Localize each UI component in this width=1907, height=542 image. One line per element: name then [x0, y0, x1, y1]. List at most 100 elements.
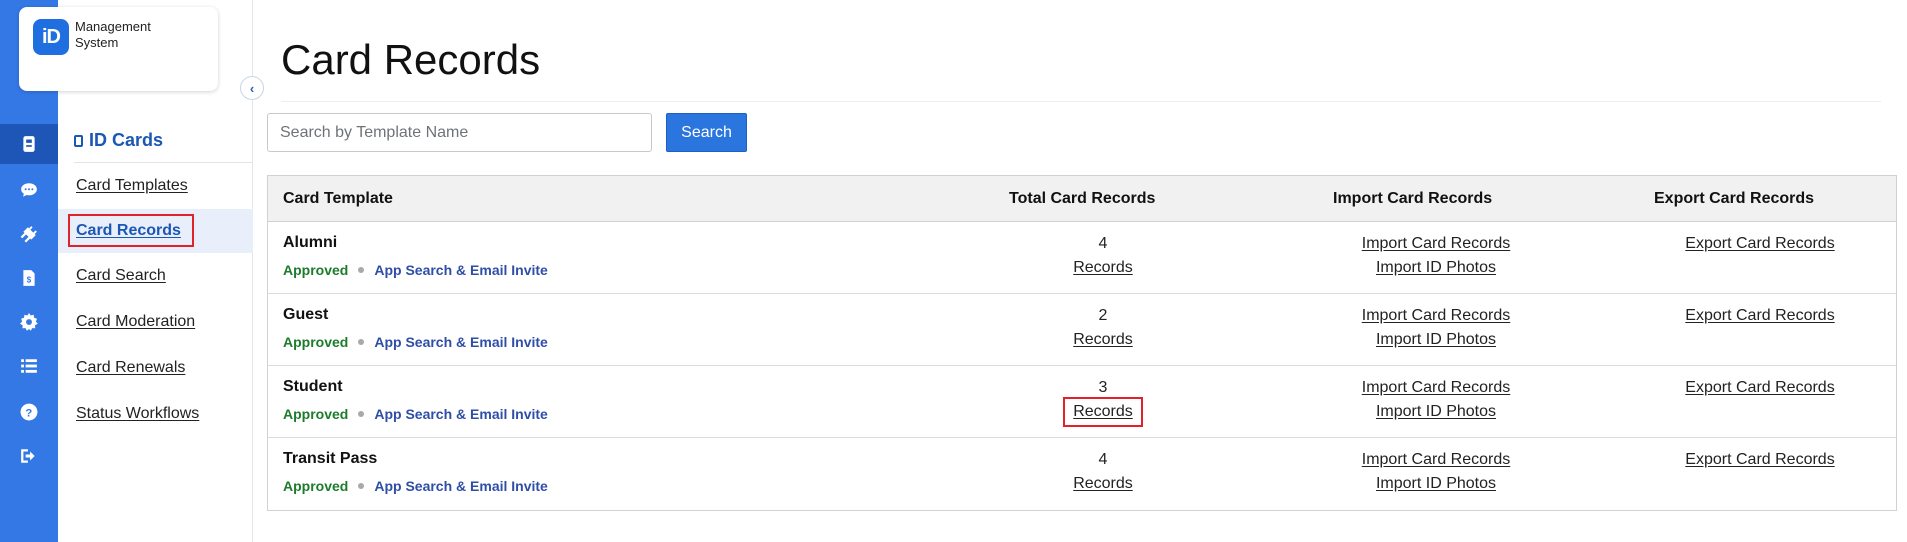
import-card-records-link[interactable]: Import Card Records — [1362, 376, 1511, 400]
header-import-card-records: Import Card Records — [1333, 190, 1493, 207]
total-records-cell: 2 Records — [1043, 304, 1163, 352]
separator-dot — [358, 483, 365, 489]
sidebar-item-card-renewals[interactable]: Card Renewals — [58, 346, 253, 390]
records-link-highlight: Records — [1063, 397, 1143, 427]
export-cell: Export Card Records — [1660, 304, 1860, 328]
billing-icon: $ — [23, 270, 35, 286]
import-id-photos-link[interactable]: Import ID Photos — [1376, 256, 1496, 280]
records-link[interactable]: Records — [1073, 256, 1133, 280]
table-header: Card Template Total Card Records Import … — [268, 176, 1896, 222]
gear-icon — [20, 313, 38, 331]
template-name: Transit Pass — [283, 450, 378, 467]
import-cell: Import Card Records Import ID Photos — [1336, 376, 1536, 424]
import-id-photos-link[interactable]: Import ID Photos — [1376, 400, 1496, 424]
sidebar-item-label[interactable]: Card Renewals — [76, 359, 185, 377]
total-records-cell: 4 Records — [1043, 232, 1163, 280]
import-id-photos-link[interactable]: Import ID Photos — [1376, 328, 1496, 352]
svg-text:?: ? — [25, 408, 32, 420]
record-count: 2 — [1098, 307, 1108, 324]
table-row: Alumni Approved App Search & Email Invit… — [268, 222, 1896, 294]
sidebar-item-card-moderation[interactable]: Card Moderation — [58, 300, 253, 344]
import-card-records-link[interactable]: Import Card Records — [1362, 232, 1511, 256]
header-export-card-records: Export Card Records — [1654, 190, 1815, 207]
id-card-icon — [23, 136, 35, 152]
status-badge: Approved — [283, 478, 349, 494]
sidebar-section-label: ID Cards — [89, 130, 164, 150]
records-link[interactable]: Records — [1073, 328, 1133, 352]
table-row: Guest Approved App Search & Email Invite… — [268, 294, 1896, 366]
rail-active-pointer — [46, 136, 54, 152]
logout-icon — [21, 449, 35, 463]
template-name: Guest — [283, 306, 329, 323]
rail-logout[interactable] — [0, 436, 58, 476]
export-card-records-link[interactable]: Export Card Records — [1685, 304, 1834, 328]
sidebar-item-card-templates[interactable]: Card Templates — [58, 164, 253, 208]
chat-icon — [21, 183, 37, 197]
import-card-records-link[interactable]: Import Card Records — [1362, 304, 1511, 328]
record-count: 4 — [1098, 235, 1108, 252]
import-card-records-link[interactable]: Import Card Records — [1362, 448, 1511, 472]
sidebar-item-label[interactable]: Card Templates — [76, 177, 188, 195]
header-card-template: Card Template — [283, 190, 393, 207]
highlight-box — [1063, 397, 1143, 427]
search-input[interactable] — [267, 113, 652, 152]
search-button[interactable]: Search — [666, 113, 747, 152]
sidebar-item-label[interactable]: Card Moderation — [76, 313, 195, 331]
rail-integrations[interactable] — [0, 214, 58, 254]
export-card-records-link[interactable]: Export Card Records — [1685, 376, 1834, 400]
sidebar-item-label[interactable]: Status Workflows — [76, 405, 199, 423]
sidebar-item-card-records[interactable]: Card Records — [58, 209, 253, 253]
status-badge: Approved — [283, 262, 349, 278]
status-badge: Approved — [283, 334, 349, 350]
sidebar-item-card-search[interactable]: Card Search — [58, 254, 253, 298]
header-total-card-records: Total Card Records — [1009, 190, 1156, 207]
rail-billing[interactable]: $ — [0, 258, 58, 298]
import-cell: Import Card Records Import ID Photos — [1336, 448, 1536, 496]
table-row: Transit Pass Approved App Search & Email… — [268, 438, 1896, 510]
svg-text:$: $ — [27, 276, 32, 285]
record-count: 4 — [1098, 451, 1108, 468]
sidebar-section-title: ID Cards — [74, 130, 163, 151]
status-badge: Approved — [283, 406, 349, 422]
records-link[interactable]: Records — [1073, 472, 1133, 496]
rail-lists[interactable] — [0, 346, 58, 386]
access-type: App Search & Email Invite — [374, 406, 548, 422]
card-records-table: Card Template Total Card Records Import … — [267, 175, 1897, 511]
separator-dot — [358, 411, 365, 417]
id-badge-icon — [74, 134, 83, 147]
list-icon — [21, 359, 37, 373]
logo-icon: iD — [33, 19, 69, 55]
import-cell: Import Card Records Import ID Photos — [1336, 304, 1536, 352]
collapse-sidebar-button[interactable]: ‹ — [240, 76, 264, 100]
sidebar-item-label[interactable]: Card Search — [76, 267, 166, 285]
chevron-left-icon: ‹ — [249, 80, 255, 96]
total-records-cell: 4 Records — [1043, 448, 1163, 496]
export-cell: Export Card Records — [1660, 376, 1860, 400]
export-card-records-link[interactable]: Export Card Records — [1685, 448, 1834, 472]
template-meta: Approved App Search & Email Invite — [283, 406, 548, 422]
sidebar-item-status-workflows[interactable]: Status Workflows — [58, 392, 253, 436]
total-records-cell: 3 Records — [1043, 376, 1163, 427]
table-row: Student Approved App Search & Email Invi… — [268, 366, 1896, 438]
rail-messages[interactable] — [0, 170, 58, 210]
rail-settings[interactable] — [0, 302, 58, 342]
export-cell: Export Card Records — [1660, 448, 1860, 472]
separator-dot — [358, 339, 365, 345]
template-meta: Approved App Search & Email Invite — [283, 478, 548, 494]
import-id-photos-link[interactable]: Import ID Photos — [1376, 472, 1496, 496]
access-type: App Search & Email Invite — [374, 262, 548, 278]
sidebar-divider — [74, 162, 252, 163]
import-cell: Import Card Records Import ID Photos — [1336, 232, 1536, 280]
export-card-records-link[interactable]: Export Card Records — [1685, 232, 1834, 256]
main-content: Card Records Search Card Template Total … — [253, 0, 1907, 542]
plug-icon — [20, 226, 37, 243]
template-meta: Approved App Search & Email Invite — [283, 334, 548, 350]
page-title: Card Records — [281, 36, 541, 83]
access-type: App Search & Email Invite — [374, 478, 548, 494]
rail-help[interactable]: ? — [0, 392, 58, 432]
logo-card[interactable]: iD Management System — [19, 7, 218, 91]
access-type: App Search & Email Invite — [374, 334, 548, 350]
help-icon: ? — [20, 403, 38, 421]
template-name: Student — [283, 378, 343, 395]
title-divider — [281, 101, 1881, 102]
